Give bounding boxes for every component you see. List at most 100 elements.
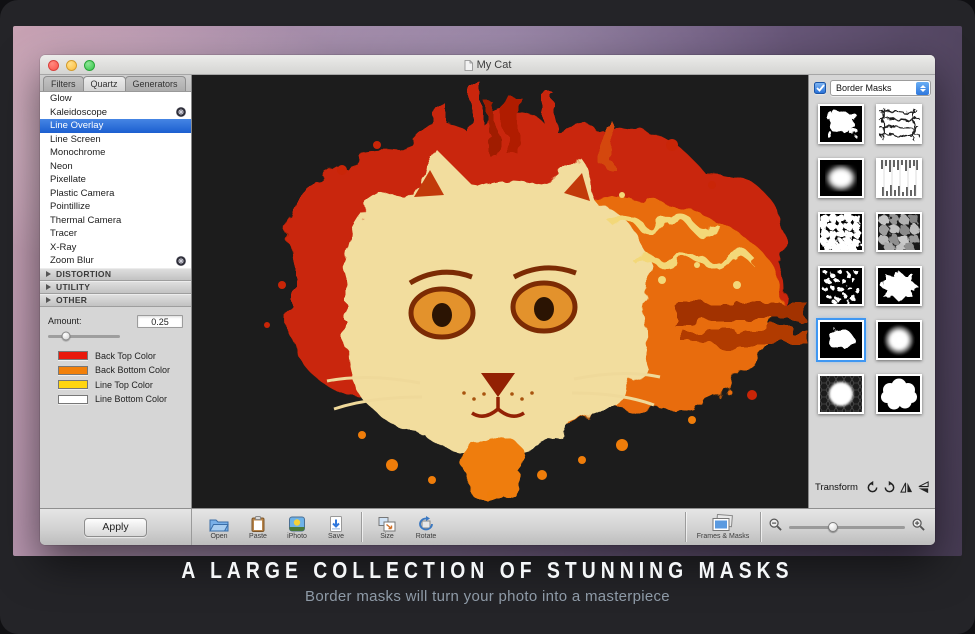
color-swatch[interactable] <box>58 366 88 375</box>
section-utility[interactable]: UTILITY <box>40 281 191 294</box>
color-swatch[interactable] <box>58 395 88 404</box>
mask-thumbnail[interactable] <box>818 320 864 360</box>
zoom-slider[interactable] <box>789 526 905 529</box>
close-window-button[interactable] <box>48 60 59 71</box>
toolbar-divider <box>685 512 686 542</box>
color-label: Line Bottom Color <box>95 394 167 404</box>
mask-thumbnail[interactable] <box>876 266 922 306</box>
filter-item-label: Neon <box>50 161 73 172</box>
color-parameters: Back Top Color Back Bottom Color Line To… <box>58 351 183 405</box>
size-button[interactable]: Size <box>368 514 406 540</box>
mask-thumbnail[interactable] <box>818 158 864 198</box>
color-label: Back Top Color <box>95 351 156 361</box>
color-label: Back Bottom Color <box>95 365 170 375</box>
color-swatch[interactable] <box>58 380 88 389</box>
desktop-background: My Cat Filters Quartz Generators Glow Ka… <box>13 26 962 556</box>
color-row: Back Bottom Color <box>58 365 183 375</box>
canvas-artwork <box>192 75 808 508</box>
mask-category-dropdown[interactable]: Border Masks <box>830 80 931 96</box>
amount-slider[interactable] <box>48 335 120 338</box>
amount-slider-knob[interactable] <box>62 332 71 341</box>
paste-button[interactable]: Paste <box>239 514 277 540</box>
filter-item-label: Monochrome <box>50 147 105 158</box>
section-other[interactable]: OTHER <box>40 294 191 307</box>
filter-item[interactable]: Pointillize <box>40 200 191 214</box>
amount-value-field[interactable]: 0.25 <box>137 315 183 328</box>
rotate-button[interactable]: Rotate <box>407 514 445 540</box>
bottom-toolbar: Apply Open Paste iPhoto <box>40 508 935 545</box>
tab-generators[interactable]: Generators <box>125 76 186 91</box>
filter-item[interactable]: Zoom Blur <box>40 254 191 268</box>
mask-thumbnail[interactable] <box>876 374 922 414</box>
iphoto-button[interactable]: iPhoto <box>278 514 316 540</box>
iphoto-icon <box>287 514 307 532</box>
filter-list: Glow Kaleidoscope Line Overlay Line Scre… <box>40 92 191 268</box>
filter-item[interactable]: Neon <box>40 160 191 174</box>
tool-label: Open <box>210 533 227 540</box>
filter-item[interactable]: Thermal Camera <box>40 214 191 228</box>
mask-thumbnail[interactable] <box>818 374 864 414</box>
section-label: DISTORTION <box>56 269 111 279</box>
filter-badge-icon <box>176 256 186 266</box>
minimize-window-button[interactable] <box>66 60 77 71</box>
filter-item-label: Tracer <box>50 228 77 239</box>
open-button[interactable]: Open <box>200 514 238 540</box>
filter-item[interactable]: Tracer <box>40 227 191 241</box>
mask-grid <box>809 98 935 414</box>
rotate-right-icon[interactable] <box>883 481 896 494</box>
zoom-in-icon[interactable] <box>912 518 925 536</box>
filter-item[interactable]: Glow <box>40 92 191 106</box>
tool-label: Save <box>328 533 344 540</box>
flip-vertical-icon[interactable] <box>917 481 930 494</box>
filter-item-label: Zoom Blur <box>50 255 94 266</box>
mask-thumbnail[interactable] <box>818 212 864 252</box>
masks-enabled-checkbox[interactable] <box>814 82 826 94</box>
filter-item[interactable]: Kaleidoscope <box>40 106 191 120</box>
filter-item[interactable]: Line Screen <box>40 133 191 147</box>
filter-item-label: Pointillize <box>50 201 90 212</box>
frames-masks-icon <box>712 514 734 532</box>
zoom-slider-knob[interactable] <box>828 522 838 532</box>
marketing-caption: A LARGE COLLECTION OF STUNNING MASKS Bor… <box>0 557 975 605</box>
zoom-out-icon[interactable] <box>769 518 782 536</box>
mask-thumbnail[interactable] <box>876 212 922 252</box>
tab-quartz[interactable]: Quartz <box>83 76 126 91</box>
filter-item[interactable]: Plastic Camera <box>40 187 191 201</box>
rotate-arrow-icon <box>416 514 436 532</box>
presentation-frame: My Cat Filters Quartz Generators Glow Ka… <box>0 0 975 634</box>
masks-sidebar: Border Masks <box>808 75 935 508</box>
filter-item-selected[interactable]: Line Overlay <box>40 119 191 133</box>
window-controls <box>48 60 95 71</box>
window-title-text: My Cat <box>477 59 512 71</box>
zoom-window-button[interactable] <box>84 60 95 71</box>
filter-badge-icon <box>176 107 186 117</box>
color-row: Back Top Color <box>58 351 183 361</box>
color-swatch[interactable] <box>58 351 88 360</box>
mask-thumbnail[interactable] <box>818 104 864 144</box>
toolbar-divider <box>361 512 362 542</box>
save-button[interactable]: Save <box>317 514 355 540</box>
mask-thumbnail[interactable] <box>818 266 864 306</box>
mask-thumbnail[interactable] <box>876 158 922 198</box>
apply-button[interactable]: Apply <box>84 518 146 537</box>
mask-thumbnail[interactable] <box>876 104 922 144</box>
flip-horizontal-icon[interactable] <box>900 481 913 494</box>
filter-item-label: Line Overlay <box>50 120 103 131</box>
filter-item-label: Plastic Camera <box>50 188 114 199</box>
transform-label: Transform <box>815 482 858 493</box>
mask-thumbnail[interactable] <box>876 320 922 360</box>
check-icon <box>816 84 825 92</box>
mask-category-label: Border Masks <box>836 83 892 93</box>
frames-masks-button[interactable]: Frames & Masks <box>692 514 754 540</box>
tab-filters[interactable]: Filters <box>43 76 84 91</box>
open-folder-icon <box>209 514 229 532</box>
filter-category-tabs: Filters Quartz Generators <box>40 75 191 92</box>
filter-item[interactable]: Monochrome <box>40 146 191 160</box>
filter-item[interactable]: X-Ray <box>40 241 191 255</box>
amount-label: Amount: <box>48 316 82 326</box>
rotate-left-icon[interactable] <box>866 481 879 494</box>
app-window: My Cat Filters Quartz Generators Glow Ka… <box>40 55 935 545</box>
section-distortion[interactable]: DISTORTION <box>40 268 191 281</box>
title-bar: My Cat <box>40 55 935 75</box>
filter-item[interactable]: Pixellate <box>40 173 191 187</box>
